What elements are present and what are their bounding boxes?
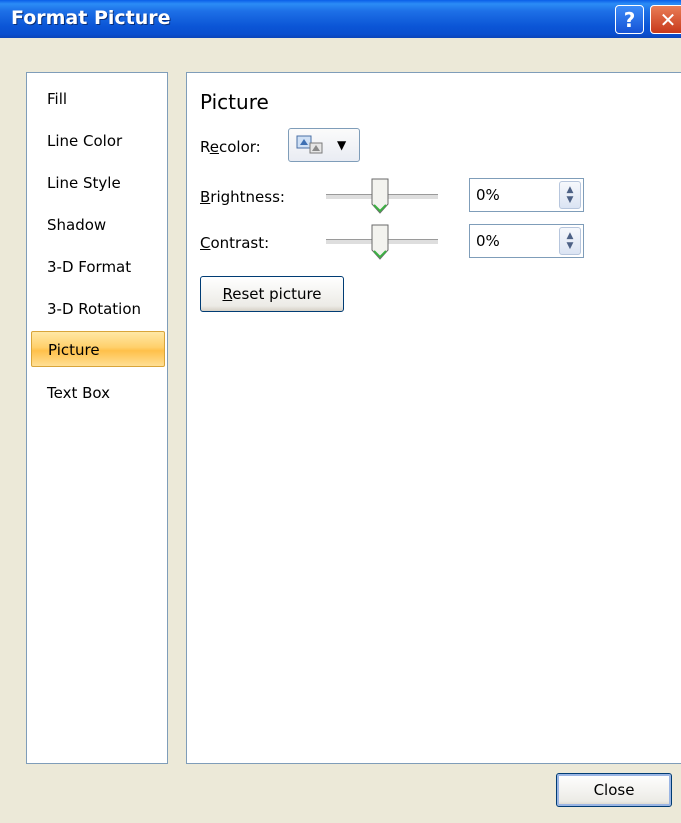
title-bar[interactable]: Format Picture ? ✕ xyxy=(0,0,681,38)
contrast-value: 0% xyxy=(476,232,500,250)
contrast-input[interactable]: 0% ▲ ▼ xyxy=(469,224,584,258)
format-picture-dialog: Format Picture ? ✕ Fill Line Color Line … xyxy=(0,0,681,823)
nav-item-3d-rotation[interactable]: 3-D Rotation xyxy=(31,291,165,327)
help-icon: ? xyxy=(623,7,636,32)
section-title: Picture xyxy=(200,90,269,114)
spin-down-icon[interactable]: ▼ xyxy=(567,195,574,205)
nav-item-3d-format[interactable]: 3-D Format xyxy=(31,249,165,285)
contrast-spinner[interactable]: ▲ ▼ xyxy=(559,227,581,255)
brightness-spinner[interactable]: ▲ ▼ xyxy=(559,181,581,209)
dialog-title: Format Picture xyxy=(11,7,171,29)
nav-item-line-style[interactable]: Line Style xyxy=(31,165,165,201)
nav-item-shadow[interactable]: Shadow xyxy=(31,207,165,243)
brightness-value: 0% xyxy=(476,186,500,204)
contrast-slider-thumb[interactable] xyxy=(371,224,389,260)
help-button[interactable]: ? xyxy=(615,5,644,34)
recolor-label: Recolor: xyxy=(200,138,261,156)
nav-item-fill[interactable]: Fill xyxy=(31,81,165,117)
spin-up-icon[interactable]: ▲ xyxy=(567,185,574,195)
category-list: Fill Line Color Line Style Shadow 3-D Fo… xyxy=(26,72,168,764)
recolor-icon xyxy=(296,135,323,154)
nav-item-line-color[interactable]: Line Color xyxy=(31,123,165,159)
reset-picture-button[interactable]: Reset picture xyxy=(200,276,344,312)
picture-settings-panel xyxy=(186,72,681,764)
spin-down-icon[interactable]: ▼ xyxy=(567,241,574,251)
brightness-input[interactable]: 0% ▲ ▼ xyxy=(469,178,584,212)
brightness-label: Brightness: xyxy=(200,188,285,206)
title-close-button[interactable]: ✕ xyxy=(650,5,681,34)
brightness-slider-thumb[interactable] xyxy=(371,178,389,214)
chevron-down-icon: ▼ xyxy=(337,138,347,152)
close-icon: ✕ xyxy=(659,7,677,32)
spin-up-icon[interactable]: ▲ xyxy=(567,231,574,241)
nav-item-picture[interactable]: Picture xyxy=(31,331,165,367)
contrast-label: Contrast: xyxy=(200,234,270,252)
nav-item-text-box[interactable]: Text Box xyxy=(31,375,165,411)
recolor-dropdown-button[interactable]: ▼ xyxy=(288,128,360,162)
close-button[interactable]: Close xyxy=(556,773,672,807)
